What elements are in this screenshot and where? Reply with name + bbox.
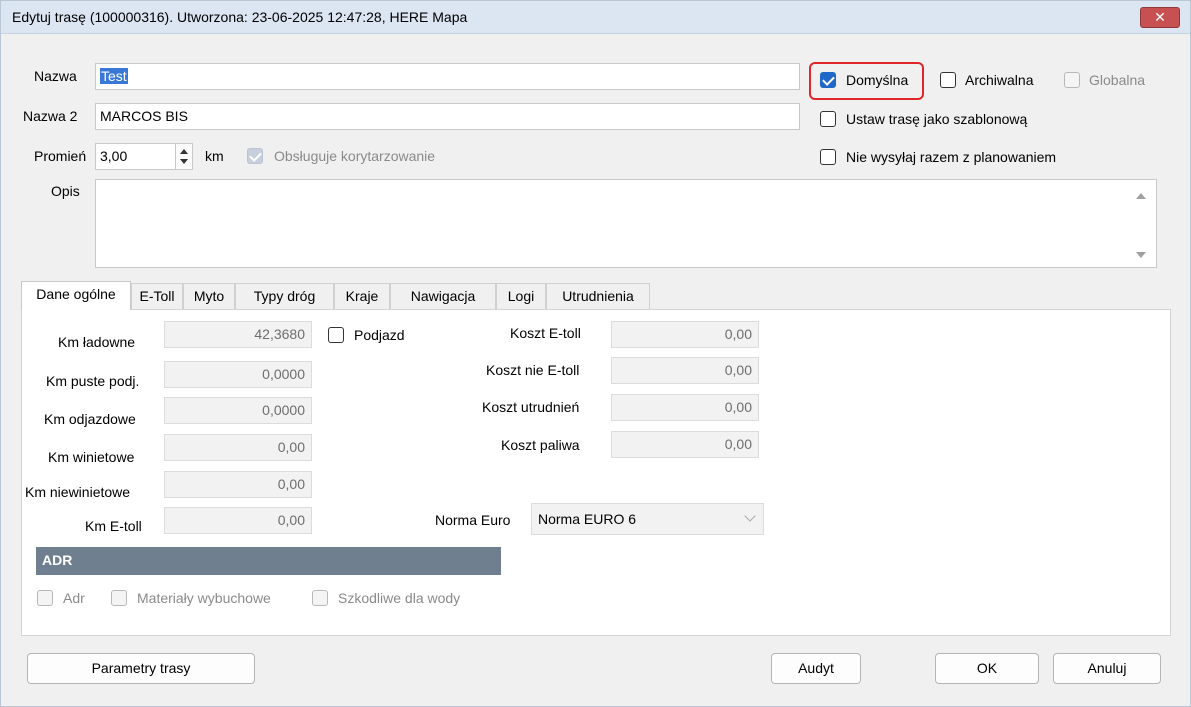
km-ladowne-label: Km ładowne — [58, 334, 136, 350]
podjazd-label: Podjazd — [354, 327, 405, 343]
nazwa2-label: Nazwa 2 — [23, 108, 78, 124]
norma-euro-label: Norma Euro — [435, 512, 511, 528]
opis-textarea[interactable] — [95, 179, 1157, 268]
km-odjazdowe-field: 0,0000 — [164, 397, 312, 424]
km-ladowne-field: 42,3680 — [164, 321, 312, 348]
tab-nawigacja[interactable]: Nawigacja — [390, 283, 496, 309]
km-niewinietowe-field: 0,00 — [164, 471, 312, 498]
km-odjazdowe-label: Km odjazdowe — [44, 411, 136, 427]
scroll-up-icon[interactable] — [1136, 193, 1146, 199]
woda-label: Szkodliwe dla wody — [338, 590, 461, 606]
km-etoll-label: Km E-toll — [85, 518, 142, 534]
tab-myto[interactable]: Myto — [183, 283, 235, 309]
tab-typy-drog[interactable]: Typy dróg — [235, 283, 334, 309]
koszt-paliwa-label: Koszt paliwa — [501, 437, 580, 453]
tab-e-toll[interactable]: E-Toll — [131, 283, 183, 309]
parametry-trasy-button[interactable]: Parametry trasy — [27, 653, 255, 684]
globalna-label: Globalna — [1089, 72, 1146, 88]
promien-value: 3,00 — [100, 148, 128, 164]
globalna-checkbox — [1064, 72, 1080, 88]
podjazd-checkbox[interactable] — [328, 327, 344, 343]
archiwalna-checkbox[interactable] — [940, 72, 956, 88]
ok-button[interactable]: OK — [935, 653, 1039, 684]
tab-logi[interactable]: Logi — [496, 283, 546, 309]
szablon-checkbox[interactable] — [820, 111, 836, 127]
adr-header: ADR — [36, 547, 501, 575]
anuluj-button[interactable]: Anuluj — [1053, 653, 1161, 684]
chevron-down-icon[interactable] — [744, 510, 756, 522]
koszt-etoll-label: Koszt E-toll — [510, 325, 581, 341]
wybuchowe-checkbox — [111, 590, 127, 606]
edit-route-dialog: Edytuj trasę (100000316). Utworzona: 23-… — [0, 0, 1191, 707]
koszt-utrudnien-field: 0,00 — [611, 394, 759, 421]
spin-up-icon[interactable] — [180, 149, 188, 154]
adr-checkbox — [37, 590, 53, 606]
km-puste-label: Km puste podj. — [46, 373, 140, 389]
km-puste-field: 0,0000 — [164, 361, 312, 388]
tab-utrudnienia[interactable]: Utrudnienia — [546, 283, 650, 309]
nazwa2-input[interactable]: MARCOS BIS — [95, 103, 800, 130]
archiwalna-label: Archiwalna — [965, 72, 1034, 88]
close-button[interactable]: ✕ — [1140, 7, 1180, 28]
promien-unit: km — [205, 148, 224, 164]
koszt-paliwa-field: 0,00 — [611, 431, 759, 458]
window-title: Edytuj trasę (100000316). Utworzona: 23-… — [12, 9, 468, 25]
tab-dane-ogolne[interactable]: Dane ogólne — [21, 281, 131, 310]
km-etoll-field: 0,00 — [164, 507, 312, 534]
promien-label: Promień — [34, 148, 87, 164]
wybuchowe-label: Materiały wybuchowe — [137, 590, 271, 606]
korytarz-checkbox — [247, 148, 263, 164]
km-winietowe-label: Km winietowe — [48, 449, 135, 465]
scroll-down-icon[interactable] — [1136, 252, 1146, 258]
domyslna-checkbox[interactable] — [820, 72, 836, 88]
koszt-nie-etoll-field: 0,00 — [611, 357, 759, 384]
koszt-utrudnien-label: Koszt utrudnień — [482, 399, 580, 415]
adr-label: Adr — [63, 590, 85, 606]
audyt-button[interactable]: Audyt — [771, 653, 861, 684]
woda-checkbox — [312, 590, 328, 606]
koszt-etoll-field: 0,00 — [611, 321, 759, 348]
opis-label: Opis — [51, 183, 80, 199]
nazwa-input[interactable]: Test — [95, 63, 800, 90]
nie-wysylaj-label: Nie wysyłaj razem z planowaniem — [846, 149, 1057, 165]
korytarz-label: Obsługuje korytarzowanie — [274, 148, 436, 164]
nazwa-label: Nazwa — [34, 68, 77, 84]
norma-euro-select[interactable]: Norma EURO 6 — [531, 503, 764, 535]
promien-spinner[interactable] — [175, 144, 192, 169]
tab-kraje[interactable]: Kraje — [334, 283, 390, 309]
promien-input[interactable]: 3,00 — [95, 143, 193, 170]
nie-wysylaj-checkbox[interactable] — [820, 149, 836, 165]
nazwa-value: Test — [100, 68, 128, 84]
koszt-nie-etoll-label: Koszt nie E-toll — [486, 362, 580, 378]
norma-euro-value: Norma EURO 6 — [538, 511, 637, 527]
km-niewinietowe-label: Km niewinietowe — [25, 484, 131, 500]
km-winietowe-field: 0,00 — [164, 434, 312, 461]
szablon-label: Ustaw trasę jako szablonową — [846, 111, 1028, 127]
spin-down-icon[interactable] — [180, 159, 188, 164]
title-bar: Edytuj trasę (100000316). Utworzona: 23-… — [1, 1, 1190, 34]
domyslna-label: Domyślna — [846, 72, 909, 88]
